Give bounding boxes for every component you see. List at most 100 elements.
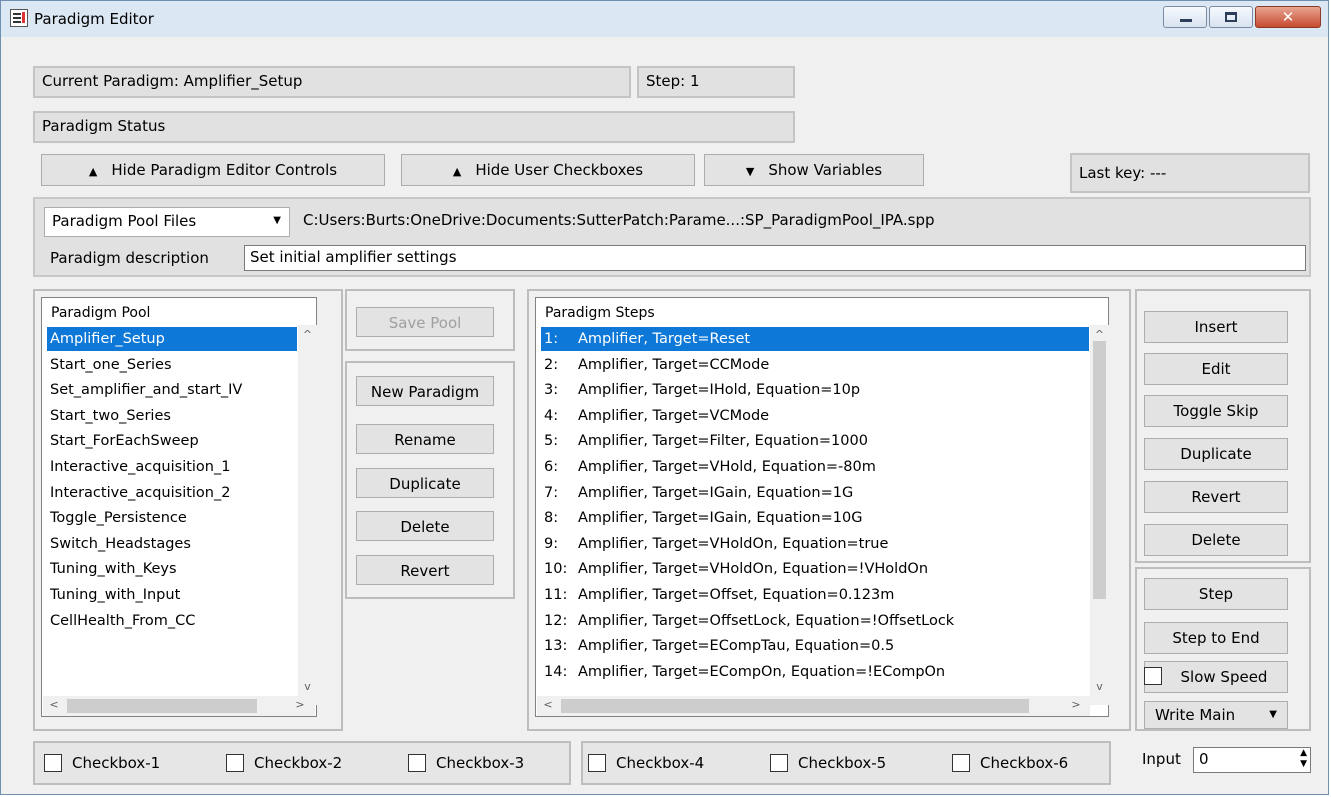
revert-paradigm-button[interactable]: Revert — [356, 555, 494, 585]
app-icon — [10, 9, 28, 27]
step-text: Amplifier, Target=Offset, Equation=0.123… — [578, 587, 895, 603]
scroll-down-icon[interactable]: v — [1090, 680, 1109, 693]
step-text: Amplifier, Target=Reset — [578, 331, 751, 347]
paradigm-pool-files-select[interactable]: Paradigm Pool Files ▼ — [44, 207, 290, 237]
duplicate-step-button[interactable]: Duplicate — [1144, 438, 1288, 470]
step-text: Amplifier, Target=CCMode — [578, 356, 770, 373]
step-number: 1: — [544, 331, 559, 347]
step-to-end-button[interactable]: Step to End — [1144, 622, 1288, 654]
step-text: Amplifier, Target=IGain, Equation=10G — [578, 510, 863, 527]
checkbox-5[interactable] — [770, 754, 788, 772]
checkbox-1[interactable] — [44, 754, 62, 772]
paradigm-steps-header: Paradigm Steps — [545, 305, 655, 321]
paradigm-steps-list[interactable]: Paradigm Steps 1: Amplifier, Target=Reset… — [535, 297, 1109, 717]
pool-list-item[interactable]: Start_one_Series — [47, 353, 297, 377]
step-number: 13: — [544, 638, 568, 655]
scroll-up-icon[interactable]: ^ — [298, 328, 317, 341]
step-number: 4: — [544, 407, 559, 424]
steps-hscroll-thumb[interactable] — [561, 699, 1029, 713]
input-field[interactable]: 0 ▲ ▼ — [1193, 747, 1311, 773]
pool-horizontal-scrollbar[interactable]: < > — [43, 696, 315, 716]
close-icon: ✕ — [1281, 8, 1295, 26]
steps-vscroll-thumb[interactable] — [1093, 341, 1106, 599]
pool-list-item[interactable]: Amplifier_Setup — [47, 327, 297, 351]
new-paradigm-button[interactable]: New Paradigm — [356, 376, 494, 406]
step-list-item[interactable]: 3: Amplifier, Target=IHold, Equation=10p — [541, 378, 1089, 402]
hide-user-checkboxes-button[interactable]: ▲ Hide User Checkboxes — [401, 154, 695, 186]
title-bar[interactable]: Paradigm Editor ✕ — [1, 1, 1328, 37]
step-list-item[interactable]: 2: Amplifier, Target=CCMode — [541, 353, 1089, 377]
step-list-item[interactable]: 10: Amplifier, Target=VHoldOn, Equation=!… — [541, 557, 1089, 581]
step-number: 8: — [544, 510, 559, 527]
step-edit-panel: Insert Edit Toggle Skip Duplicate Revert… — [1135, 289, 1311, 563]
minimize-button[interactable] — [1163, 6, 1207, 28]
step-list-item[interactable]: 4: Amplifier, Target=VCMode — [541, 404, 1089, 428]
scroll-right-icon[interactable]: > — [293, 698, 307, 711]
step-list-item[interactable]: 11: Amplifier, Target=Offset, Equation=0.… — [541, 583, 1089, 607]
step-list-item[interactable]: 9: Amplifier, Target=VHoldOn, Equation=tr… — [541, 532, 1089, 556]
checkbox-2-label: Checkbox-2 — [254, 754, 343, 772]
paradigm-description-field[interactable]: Set initial amplifier settings — [244, 245, 1306, 271]
scroll-left-icon[interactable]: < — [47, 698, 61, 711]
scroll-up-icon[interactable]: ^ — [1090, 328, 1109, 341]
pool-list-item[interactable]: Toggle_Persistence — [47, 506, 297, 530]
triangle-up-icon: ▲ — [452, 165, 462, 178]
step-list-item[interactable]: 8: Amplifier, Target=IGain, Equation=10G — [541, 506, 1089, 530]
revert-step-button[interactable]: Revert — [1144, 481, 1288, 513]
hide-paradigm-editor-controls-button[interactable]: ▲ Hide Paradigm Editor Controls — [41, 154, 385, 186]
paradigm-pool-list[interactable]: Paradigm Pool Amplifier_Setup Start_one_S… — [41, 297, 317, 717]
pool-list-item[interactable]: Tuning_with_Input — [47, 583, 297, 607]
show-variables-button[interactable]: ▼ Show Variables — [704, 154, 924, 186]
step-number: 7: — [544, 484, 559, 501]
pool-vertical-scrollbar[interactable]: ^ v — [298, 325, 317, 705]
step-list-item[interactable]: 14: Amplifier, Target=ECompOn, Equation=!… — [541, 660, 1089, 684]
checkbox-6[interactable] — [952, 754, 970, 772]
steps-horizontal-scrollbar[interactable]: < > — [537, 696, 1090, 716]
slow-speed-toggle[interactable]: Slow Speed — [1144, 661, 1288, 693]
pool-list-item[interactable]: Start_two_Series — [47, 404, 297, 428]
checkbox-3-label: Checkbox-3 — [436, 754, 525, 772]
save-pool-button[interactable]: Save Pool — [356, 307, 494, 337]
close-button[interactable]: ✕ — [1255, 6, 1321, 28]
step-display: Step: 1 — [637, 66, 795, 98]
delete-step-button[interactable]: Delete — [1144, 524, 1288, 556]
delete-paradigm-button[interactable]: Delete — [356, 511, 494, 541]
step-list-item[interactable]: 7: Amplifier, Target=IGain, Equation=1G — [541, 481, 1089, 505]
maximize-button[interactable] — [1209, 6, 1253, 28]
rename-button[interactable]: Rename — [356, 424, 494, 454]
pool-list-item[interactable]: Set_amplifier_and_start_IV — [47, 378, 297, 402]
pool-list-item[interactable]: Interactive_acquisition_1 — [47, 455, 297, 479]
edit-step-button[interactable]: Edit — [1144, 353, 1288, 385]
step-list-item[interactable]: 13: Amplifier, Target=ECompTau, Equation=… — [541, 634, 1089, 658]
slow-speed-checkbox[interactable] — [1144, 667, 1162, 685]
spinner-icon[interactable]: ▲ ▼ — [1300, 748, 1307, 770]
scroll-left-icon[interactable]: < — [541, 698, 555, 711]
step-list-item[interactable]: 6: Amplifier, Target=VHold, Equation=-80m — [541, 455, 1089, 479]
step-list-item[interactable]: 12: Amplifier, Target=OffsetLock, Equatio… — [541, 609, 1089, 633]
pool-list-item[interactable]: Tuning_with_Keys — [47, 557, 297, 581]
scroll-down-icon[interactable]: v — [298, 680, 317, 693]
scroll-right-icon[interactable]: > — [1069, 698, 1083, 711]
insert-step-button[interactable]: Insert — [1144, 311, 1288, 343]
dropdown-arrow-icon: ▼ — [1269, 709, 1277, 720]
step-list-item[interactable]: 1: Amplifier, Target=Reset — [541, 327, 1089, 351]
checkbox-2[interactable] — [226, 754, 244, 772]
pool-list-item[interactable]: CellHealth_From_CC — [47, 609, 297, 633]
duplicate-paradigm-button[interactable]: Duplicate — [356, 468, 494, 498]
pool-list-item[interactable]: Interactive_acquisition_2 — [47, 481, 297, 505]
checkbox-4[interactable] — [588, 754, 606, 772]
step-number: 2: — [544, 356, 559, 373]
toggle-skip-button[interactable]: Toggle Skip — [1144, 395, 1288, 427]
paradigm-editor-window: Paradigm Editor ✕ Current Paradigm: Ampl… — [0, 0, 1329, 795]
step-text: Amplifier, Target=IGain, Equation=1G — [578, 484, 854, 501]
checkbox-3[interactable] — [408, 754, 426, 772]
minimize-icon — [1180, 19, 1192, 22]
pool-list-item[interactable]: Start_ForEachSweep — [47, 429, 297, 453]
pool-list-item[interactable]: Switch_Headstages — [47, 532, 297, 556]
write-main-select[interactable]: Write Main ▼ — [1144, 701, 1288, 729]
step-list-item[interactable]: 5: Amplifier, Target=Filter, Equation=100… — [541, 429, 1089, 453]
steps-vertical-scrollbar[interactable]: ^ v — [1090, 325, 1109, 705]
step-text: Amplifier, Target=OffsetLock, Equation=!… — [578, 612, 955, 629]
step-button[interactable]: Step — [1144, 578, 1288, 610]
pool-hscroll-thumb[interactable] — [67, 699, 257, 713]
